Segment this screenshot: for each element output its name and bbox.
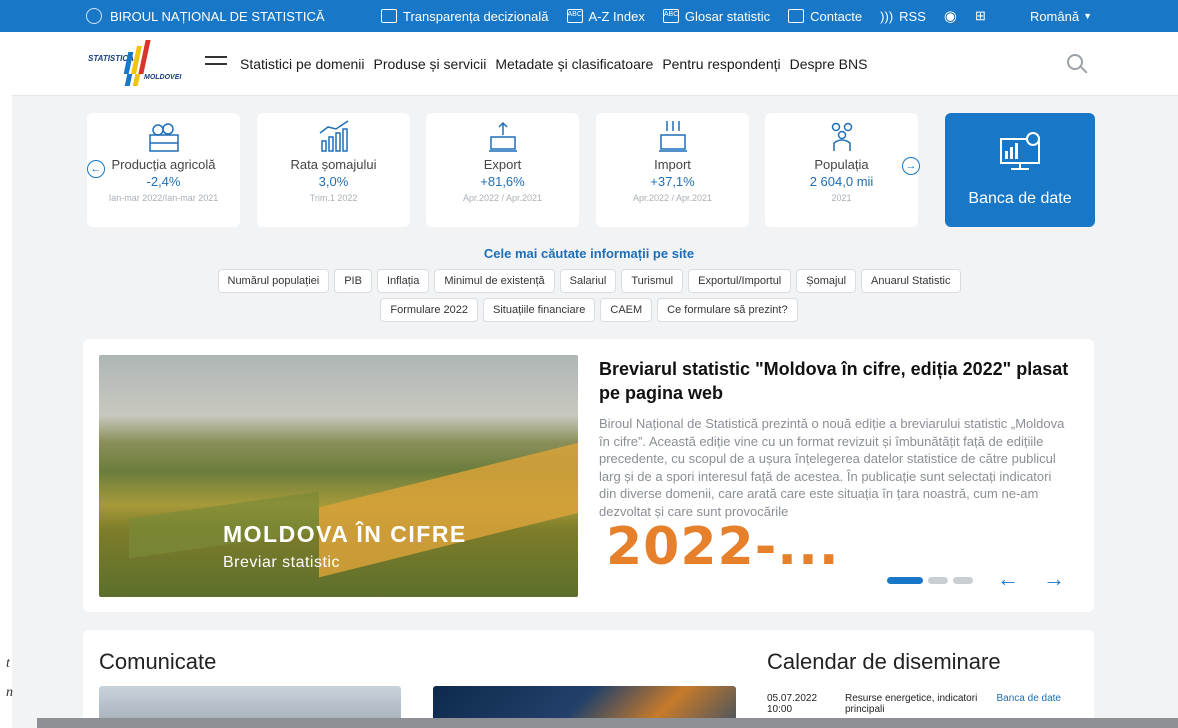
carousel-dot-2[interactable] <box>928 577 948 584</box>
tag-salary[interactable]: Salariul <box>559 269 617 293</box>
carousel-dot-3[interactable] <box>953 577 973 584</box>
stat-card-agriculture[interactable]: Producția agricolă -2,4% Ian-mar 2022/Ia… <box>87 113 240 227</box>
bottom-section: Comunicate Calendar de diseminare 05.07.… <box>83 630 1094 728</box>
carousel-dots <box>887 577 973 584</box>
contacts-link[interactable]: Contacte <box>788 9 862 24</box>
tag-population[interactable]: Numărul populației <box>217 269 330 293</box>
tag-financial[interactable]: Situațiile financiare <box>483 298 596 322</box>
import-icon <box>653 119 693 155</box>
tag-tourism[interactable]: Turismul <box>621 269 684 293</box>
nav-metadata[interactable]: Metadate și clasificatoare <box>495 56 653 72</box>
site-logo[interactable]: STATISTICA MOLDOVEI <box>86 40 192 88</box>
az-index-link[interactable]: ABC A-Z Index <box>566 9 645 24</box>
window-bottom-edge <box>37 718 1178 728</box>
arrow-left-icon[interactable]: ← <box>997 566 1019 592</box>
arrow-right-icon[interactable]: → <box>1043 566 1065 592</box>
org-brand[interactable]: BIROUL NAȚIONAL DE STATISTICĂ <box>86 0 325 32</box>
people-icon <box>822 119 862 155</box>
calendar-item-title: Resurse energetice, indicatori principal… <box>845 693 978 715</box>
menu-icon[interactable] <box>205 56 227 72</box>
carousel-dot-1[interactable] <box>887 577 923 584</box>
featured-body: Biroul Național de Statistică prezintă o… <box>599 416 1065 519</box>
nav-about[interactable]: Despre BNS <box>790 56 868 72</box>
featured-image[interactable]: MOLDOVA ÎN CIFRE Breviar statistic <box>99 355 578 597</box>
rss-link[interactable]: ))) RSS <box>880 9 926 24</box>
language-select[interactable]: Română ▼ <box>1030 0 1092 32</box>
tag-inflation[interactable]: Inflația <box>376 269 430 293</box>
image-subtitle: Breviar statistic <box>223 554 340 571</box>
tag-forms[interactable]: Formulare 2022 <box>380 298 479 322</box>
tag-unemployment[interactable]: Șomajul <box>796 269 857 293</box>
growth-chart-icon <box>314 119 354 155</box>
overlay-year: 2022-... <box>606 517 840 577</box>
abc-icon: ABC <box>566 9 583 23</box>
tag-row-2: Formulare 2022 Situațiile financiare CAE… <box>0 298 1178 322</box>
stat-card-population[interactable]: Populația 2 604,0 mii 2021 <box>765 113 918 227</box>
sitemap-button[interactable]: ⊞ <box>975 8 986 24</box>
stat-card-export[interactable]: Export +81,6% Apr.2022 / Apr.2021 <box>426 113 579 227</box>
nav-respondents[interactable]: Pentru respondenți <box>662 56 780 72</box>
glossary-icon: ABC <box>662 9 679 23</box>
accessibility-button[interactable]: ◉ <box>944 7 957 25</box>
databank-button[interactable]: Banca de date <box>945 113 1095 227</box>
calendar-date: 05.07.2022 10:00 <box>767 693 818 715</box>
glossary-link[interactable]: ABC Glosar statistic <box>662 9 770 24</box>
export-icon <box>483 119 523 155</box>
calendar-title: Calendar de diseminare <box>767 649 1001 674</box>
tag-yearbook[interactable]: Anuarul Statistic <box>861 269 961 293</box>
eye-icon: ◉ <box>943 8 957 25</box>
image-title: MOLDOVA ÎN CIFRE <box>223 521 467 547</box>
featured-title[interactable]: Breviarul statistic "Moldova în cifre, e… <box>599 357 1069 405</box>
tag-row-1: Numărul populației PIB Inflația Minimul … <box>0 269 1178 293</box>
nav-products[interactable]: Produse și servicii <box>374 56 487 72</box>
tag-caem[interactable]: CAEM <box>600 298 653 322</box>
sitemap-icon: ⊞ <box>974 8 986 23</box>
tag-pib[interactable]: PIB <box>334 269 372 293</box>
top-bar: BIROUL NAȚIONAL DE STATISTICĂ Transparen… <box>0 0 1178 32</box>
tag-minimum[interactable]: Minimul de existență <box>434 269 555 293</box>
most-searched-title: Cele mai căutate informații pe site <box>483 246 695 261</box>
dashboard-icon <box>1000 132 1040 170</box>
tag-which-forms[interactable]: Ce formulare să prezint? <box>657 298 798 322</box>
edge-text-b: n <box>6 685 13 700</box>
tag-export-import[interactable]: Exportul/Importul <box>688 269 792 293</box>
org-name: BIROUL NAȚIONAL DE STATISTICĂ <box>110 8 325 24</box>
nav-statistics[interactable]: Statistici pe domenii <box>240 56 365 72</box>
communicates-title: Comunicate <box>99 649 217 674</box>
stat-card-import[interactable]: Import +37,1% Apr.2022 / Apr.2021 <box>596 113 749 227</box>
stats-next-button[interactable]: → <box>902 157 920 175</box>
search-icon[interactable] <box>1067 54 1089 76</box>
edge-text-a: t <box>6 656 10 671</box>
crate-icon <box>144 119 184 155</box>
stat-card-unemployment[interactable]: Rata șomajului 3,0% Trim.1 2022 <box>257 113 410 227</box>
transparency-link[interactable]: Transparența decizională <box>381 9 549 24</box>
stats-prev-button[interactable]: ← <box>87 160 105 178</box>
site-header: STATISTICA MOLDOVEI Statistici pe domeni… <box>12 32 1178 96</box>
calendar-source[interactable]: Banca de date <box>987 693 1062 704</box>
databank-label: Banca de date <box>968 190 1072 207</box>
contacts-icon <box>788 9 805 23</box>
seal-icon <box>86 8 102 24</box>
chevron-down-icon: ▼ <box>1083 11 1092 21</box>
page-left-edge <box>0 32 12 728</box>
rss-icon: ))) <box>880 8 894 24</box>
document-icon <box>381 9 397 23</box>
